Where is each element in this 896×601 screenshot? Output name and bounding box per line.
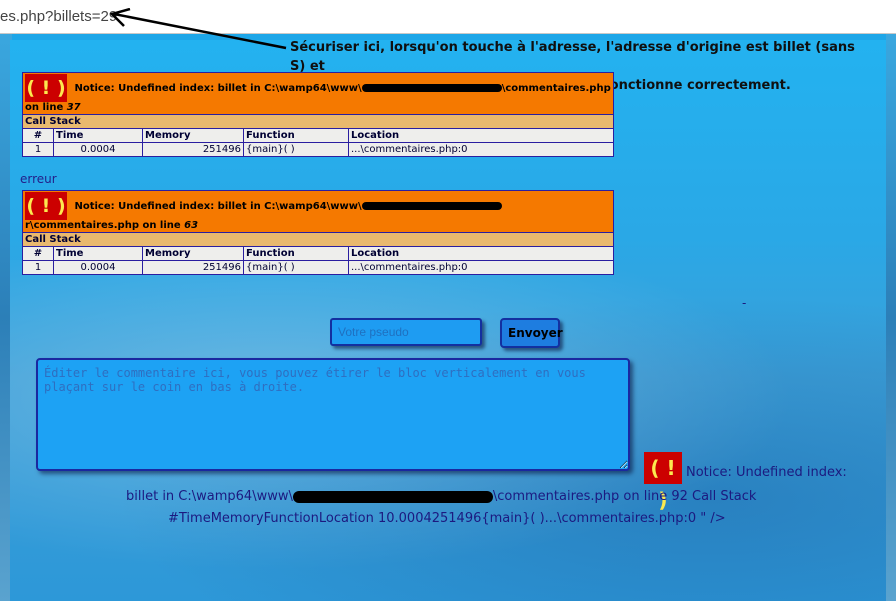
pseudo-input[interactable] bbox=[330, 318, 482, 346]
comment-textarea[interactable] bbox=[36, 358, 630, 471]
cell-num: 1 bbox=[22, 142, 54, 157]
col-function: Function bbox=[243, 128, 349, 143]
stray-dash: - bbox=[742, 296, 747, 310]
cell-function: {main}( ) bbox=[243, 142, 349, 157]
xdebug-error-table-1: ( ! ) Notice: Undefined index: billet in… bbox=[22, 72, 614, 157]
table-row: 1 0.0004 251496 {main}( ) ...\commentair… bbox=[22, 260, 614, 275]
notice-prefix: Notice: Undefined index: billet in C:\wa… bbox=[74, 83, 362, 94]
xdebug-error-table-2: ( ! ) Notice: Undefined index: billet in… bbox=[22, 190, 614, 275]
notice-line-3: #TimeMemoryFunctionLocation 10.000425149… bbox=[168, 511, 726, 526]
notice-line-1: Notice: Undefined index: bbox=[686, 465, 847, 480]
erreur-label: erreur bbox=[20, 172, 57, 186]
notice-prefix: Notice: Undefined index: billet in C:\wa… bbox=[74, 201, 362, 212]
redacted-path bbox=[361, 84, 502, 92]
cell-time: 0.0004 bbox=[53, 142, 143, 157]
notice-line-2-suffix: \commentaires.php on line 92 Call Stack bbox=[492, 489, 757, 504]
cell-num: 1 bbox=[22, 260, 54, 275]
warning-icon: ( ! ) bbox=[25, 192, 67, 220]
col-num: # bbox=[22, 128, 54, 143]
error-header: ( ! ) Notice: Undefined index: billet in… bbox=[22, 72, 614, 115]
col-time: Time bbox=[53, 128, 143, 143]
url-text[interactable]: es.php?billets=29 bbox=[0, 8, 117, 25]
annotation-line-1: Sécuriser ici, lorsqu'on touche à l'adre… bbox=[290, 40, 855, 74]
cell-function: {main}( ) bbox=[243, 260, 349, 275]
notice-line: 37 bbox=[66, 102, 81, 113]
call-stack-title: Call Stack bbox=[22, 232, 614, 247]
cell-location: ...\commentaires.php:0 bbox=[348, 142, 614, 157]
col-function: Function bbox=[243, 246, 349, 261]
annotation-arrow-icon bbox=[109, 8, 287, 50]
call-stack-title: Call Stack bbox=[22, 114, 614, 129]
warning-icon: ( ! ) bbox=[644, 452, 682, 512]
send-button[interactable]: Envoyer bbox=[500, 318, 563, 348]
col-num: # bbox=[22, 246, 54, 261]
notice-suffix: r\commentaires.php on line bbox=[25, 220, 185, 231]
col-location: Location bbox=[348, 246, 614, 261]
cell-memory: 251496 bbox=[142, 142, 244, 157]
table-row: 1 0.0004 251496 {main}( ) ...\commentair… bbox=[22, 142, 614, 157]
col-memory: Memory bbox=[142, 246, 244, 261]
cell-memory: 251496 bbox=[142, 260, 244, 275]
redacted-path bbox=[361, 202, 502, 210]
warning-icon: ( ! ) bbox=[25, 74, 67, 102]
notice-line: 63 bbox=[184, 220, 199, 231]
col-time: Time bbox=[53, 246, 143, 261]
notice-line-2-prefix: billet in C:\wamp64\www\ bbox=[126, 489, 293, 504]
redacted-path bbox=[292, 490, 493, 503]
cell-location: ...\commentaires.php:0 bbox=[348, 260, 614, 275]
page-right-margin bbox=[886, 33, 896, 601]
col-location: Location bbox=[348, 128, 614, 143]
notice-line-2: billet in C:\wamp64\www\ \commentaires.ph… bbox=[126, 486, 756, 507]
col-memory: Memory bbox=[142, 128, 244, 143]
cell-time: 0.0004 bbox=[53, 260, 143, 275]
error-header: ( ! ) Notice: Undefined index: billet in… bbox=[22, 190, 614, 233]
